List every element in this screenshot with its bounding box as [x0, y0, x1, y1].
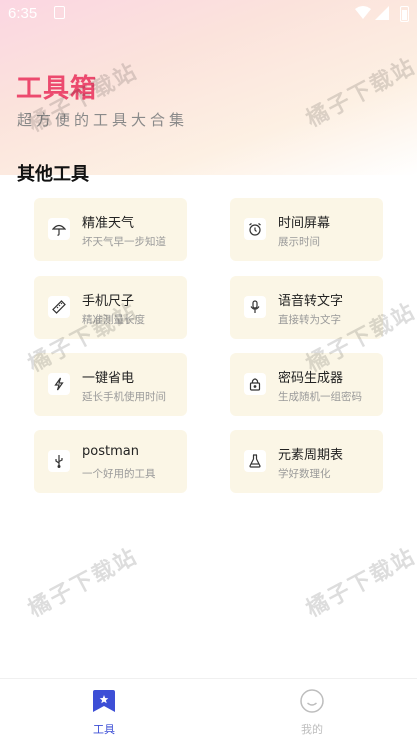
tool-name: 语音转文字 [278, 294, 344, 309]
tab-tools[interactable]: 工具 [44, 679, 164, 744]
bottom-tab-bar: 工具 我的 [0, 678, 417, 744]
usb-icon [48, 450, 70, 472]
tool-card-time-screen[interactable]: 时间屏幕 展示时间 [230, 198, 383, 261]
sim-icon [54, 6, 65, 19]
tool-name: 时间屏幕 [278, 216, 331, 231]
tool-name: 精准天气 [82, 216, 135, 231]
flask-icon [244, 450, 266, 472]
tool-name: 元素周期表 [278, 448, 344, 463]
watermark: 橘子下载站 [24, 543, 143, 623]
tool-desc: 学好数理化 [278, 468, 331, 480]
tool-desc: 直接转为文字 [278, 314, 341, 326]
lightning-icon [48, 373, 70, 395]
battery-icon [400, 6, 409, 22]
tool-card-weather[interactable]: 精准天气 坏天气早一步知道 [34, 198, 187, 261]
watermark: 橘子下载站 [302, 543, 417, 623]
tool-desc: 一个好用的工具 [82, 468, 156, 480]
cellular-signal-icon [375, 6, 389, 20]
tool-card-postman[interactable]: postman 一个好用的工具 [34, 430, 187, 493]
status-bar: 6:35 [0, 0, 417, 28]
tool-desc: 生成随机一组密码 [278, 391, 362, 403]
lock-icon [244, 373, 266, 395]
tool-desc: 展示时间 [278, 236, 320, 248]
tool-name: 一键省电 [82, 371, 135, 386]
tab-tools-label: 工具 [93, 723, 115, 736]
status-time: 6:35 [8, 5, 38, 22]
umbrella-icon [48, 218, 70, 240]
tool-name: postman [82, 444, 139, 459]
wifi-icon [355, 6, 371, 19]
alarm-clock-icon [244, 218, 266, 240]
section-title: 其他工具 [17, 164, 89, 185]
tab-mine[interactable]: 我的 [252, 679, 372, 744]
tab-mine-label: 我的 [301, 723, 323, 736]
tool-card-periodic-table[interactable]: 元素周期表 学好数理化 [230, 430, 383, 493]
tool-desc: 坏天气早一步知道 [82, 236, 166, 248]
bookmark-star-icon [93, 690, 115, 712]
microphone-icon [244, 296, 266, 318]
tool-desc: 延长手机使用时间 [82, 391, 166, 403]
smiley-icon [300, 689, 324, 713]
ruler-icon [48, 296, 70, 318]
